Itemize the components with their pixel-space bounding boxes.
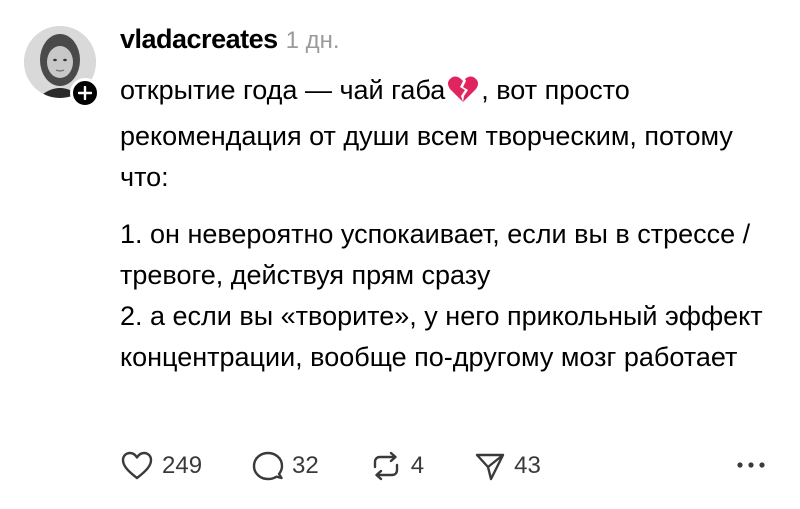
like-count: 249 [162,452,203,479]
post-point-2: 2. а если вы «творите», у него прикольны… [120,301,763,372]
repost-button[interactable]: 4 [369,450,424,482]
post-intro-part1: открытие года — чай габа [120,75,446,105]
post-header: vladacreates 1 дн. [120,24,340,60]
broken-heart-icon [447,74,479,116]
post-body: открытие года — чай габа , вот просто ре… [120,70,780,378]
avatar-container[interactable] [24,26,100,108]
more-options-button[interactable] [734,452,768,478]
send-icon [475,453,505,481]
timestamp: 1 дн. [285,27,340,54]
post-intro: открытие года — чай габа , вот просто ре… [120,70,780,198]
post-point-1: 1. он невероятно успокаивает, если вы в … [120,219,751,290]
username[interactable]: vladacreates [120,24,278,55]
comment-icon [252,451,284,481]
more-dots-icon [737,462,765,468]
repost-icon [373,451,398,481]
like-button[interactable]: 249 [120,450,202,482]
action-bar: 249 32 4 43 [120,446,541,486]
share-button[interactable]: 43 [474,450,541,482]
share-count: 43 [514,452,541,479]
heart-icon [121,451,153,480]
comment-count: 32 [292,452,319,479]
comment-button[interactable]: 32 [252,450,319,482]
plus-icon [78,86,92,100]
repost-count: 4 [410,452,425,479]
follow-button[interactable] [70,78,100,108]
